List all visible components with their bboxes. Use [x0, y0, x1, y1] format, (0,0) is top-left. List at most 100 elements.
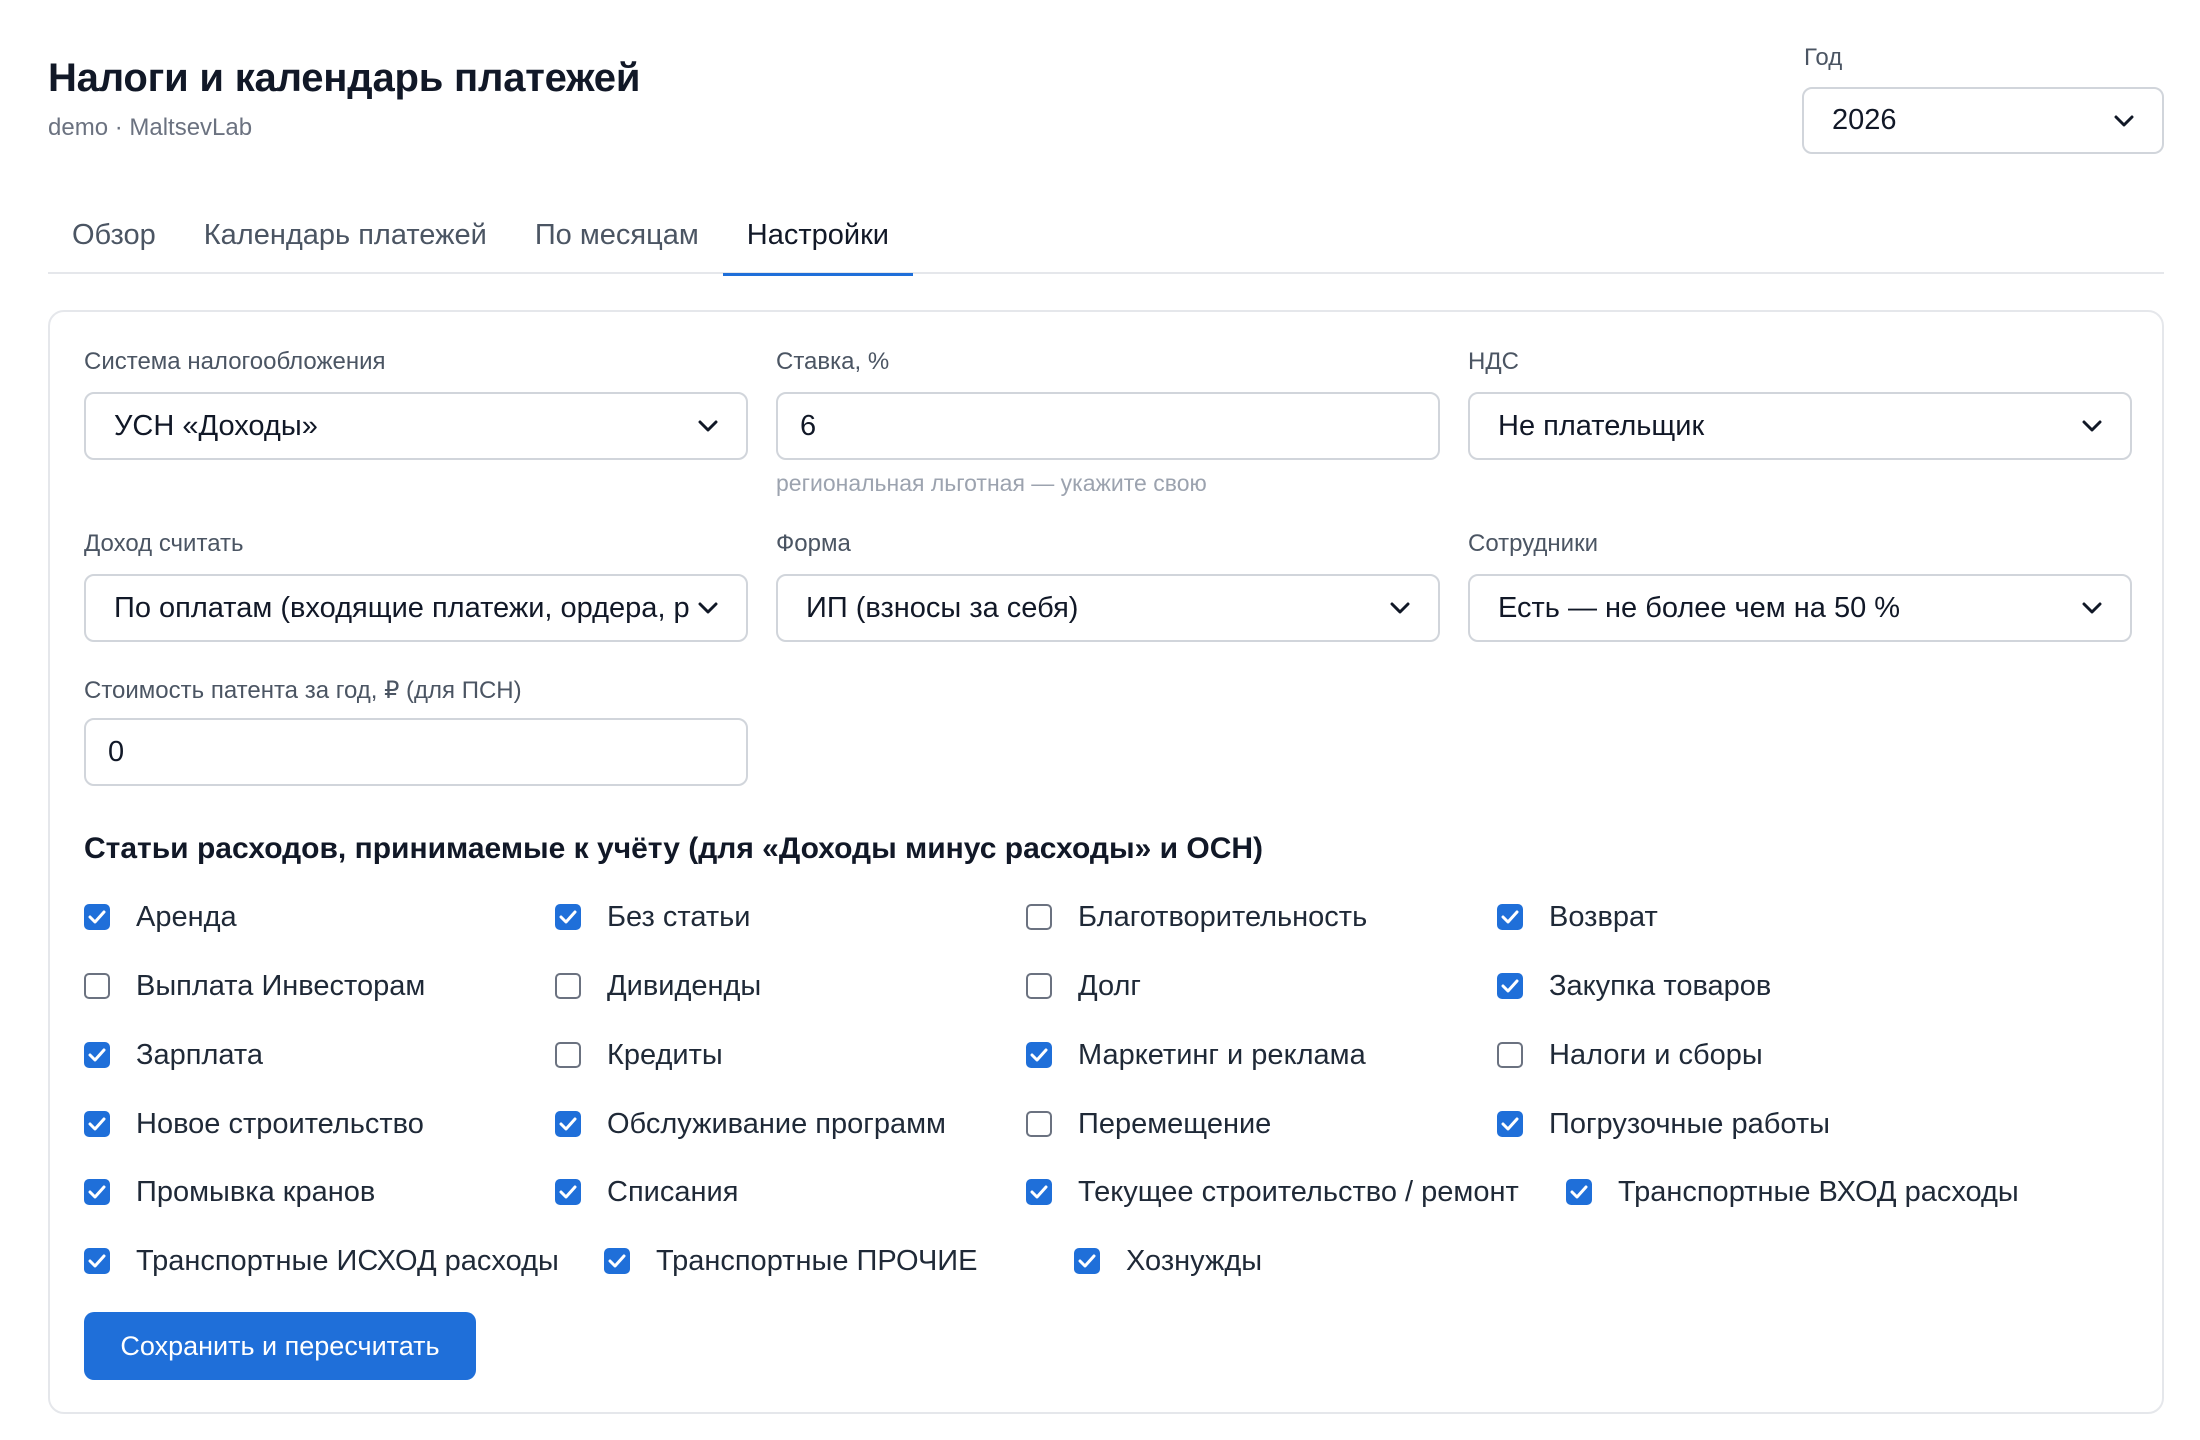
- checkbox-checked[interactable]: [84, 1111, 110, 1137]
- checkmark-icon: [1501, 979, 1519, 993]
- page-subtitle: demo · MaltsevLab: [48, 114, 253, 141]
- tax-system-value: УСН «Доходы»: [114, 409, 318, 442]
- rate-value: 6: [800, 409, 817, 442]
- checkbox-checked[interactable]: [1026, 1179, 1052, 1205]
- expense-checkbox-label: Закупка товаров: [1549, 969, 1772, 1002]
- checkmark-icon: [1078, 1254, 1096, 1268]
- checkbox-checked[interactable]: [84, 1248, 110, 1274]
- expense-checkbox-item[interactable]: Транспортные ВХОД расходы: [1566, 1172, 2019, 1212]
- expense-checkbox-label: Возврат: [1549, 900, 1658, 933]
- vat-select[interactable]: Не плательщик: [1468, 392, 2132, 460]
- tab-settings[interactable]: Настройки: [722, 196, 914, 276]
- checkbox-unchecked[interactable]: [84, 973, 110, 999]
- tab-by-month[interactable]: По месяцам: [511, 196, 723, 274]
- expense-checkbox-item[interactable]: Выплата Инвесторам: [84, 966, 425, 1006]
- year-value: 2026: [1832, 104, 1897, 136]
- checkmark-icon: [559, 1117, 577, 1131]
- checkmark-icon: [1030, 1185, 1048, 1199]
- expense-checkbox-label: Транспортные ПРОЧИЕ: [656, 1244, 978, 1277]
- expense-checkbox-item[interactable]: Новое строительство: [84, 1104, 424, 1144]
- expense-checkbox-item[interactable]: Дивиденды: [555, 966, 761, 1006]
- expense-checkbox-item[interactable]: Долг: [1026, 966, 1141, 1006]
- expense-checkbox-item[interactable]: Закупка товаров: [1497, 966, 1771, 1006]
- rate-hint: региональная льготная — укажите свою: [776, 470, 1207, 496]
- expense-checkbox-item[interactable]: Зарплата: [84, 1035, 263, 1075]
- checkbox-checked[interactable]: [1074, 1248, 1100, 1274]
- checkbox-unchecked[interactable]: [1026, 973, 1052, 999]
- chevron-down-icon: [2082, 598, 2102, 618]
- expense-checkbox-item[interactable]: Промывка кранов: [84, 1172, 375, 1212]
- checkbox-unchecked[interactable]: [1026, 904, 1052, 930]
- expense-checkbox-label: Благотворительность: [1078, 900, 1368, 933]
- tax-system-select[interactable]: УСН «Доходы»: [84, 392, 748, 460]
- expense-checkbox-item[interactable]: Хознужды: [1074, 1241, 1262, 1281]
- expense-checkbox-item[interactable]: Транспортные ИСХОД расходы: [84, 1241, 559, 1281]
- checkmark-icon: [88, 1048, 106, 1062]
- checkmark-icon: [1501, 910, 1519, 924]
- checkbox-checked[interactable]: [1026, 1042, 1052, 1068]
- checkbox-checked[interactable]: [555, 1111, 581, 1137]
- expense-checkbox-label: Списания: [607, 1175, 739, 1208]
- expense-checkbox-item[interactable]: Налоги и сборы: [1497, 1035, 1763, 1075]
- expense-checkbox-label: Транспортные ИСХОД расходы: [136, 1244, 559, 1277]
- form-select[interactable]: ИП (взносы за себя): [776, 574, 1440, 642]
- checkmark-icon: [559, 1185, 577, 1199]
- expense-checkbox-item[interactable]: Аренда: [84, 897, 237, 937]
- expense-checkbox-item[interactable]: Списания: [555, 1172, 738, 1212]
- income-basis-select[interactable]: По оплатам (входящие платежи, ордера, ро…: [84, 574, 748, 642]
- expense-checkbox-item[interactable]: Погрузочные работы: [1497, 1104, 1830, 1144]
- expense-checkbox-item[interactable]: Кредиты: [555, 1035, 723, 1075]
- checkmark-icon: [559, 910, 577, 924]
- checkbox-checked[interactable]: [1497, 904, 1523, 930]
- checkbox-checked[interactable]: [84, 1042, 110, 1068]
- checkmark-icon: [88, 1254, 106, 1268]
- checkmark-icon: [608, 1254, 626, 1268]
- checkbox-unchecked[interactable]: [555, 1042, 581, 1068]
- expense-checkbox-label: Без статьи: [607, 900, 751, 933]
- expense-checkbox-label: Текущее строительство / ремонт: [1078, 1175, 1519, 1208]
- checkmark-icon: [88, 1185, 106, 1199]
- expense-checkbox-item[interactable]: Транспортные ПРОЧИЕ: [604, 1241, 978, 1281]
- checkbox-checked[interactable]: [1566, 1179, 1592, 1205]
- checkbox-checked[interactable]: [84, 904, 110, 930]
- year-label: Год: [1804, 44, 1843, 71]
- checkbox-checked[interactable]: [1497, 973, 1523, 999]
- employees-select[interactable]: Есть — не более чем на 50 %: [1468, 574, 2132, 642]
- expense-checkbox-item[interactable]: Без статьи: [555, 897, 750, 937]
- patent-cost-input[interactable]: 0: [84, 718, 748, 786]
- patent-cost-label: Стоимость патента за год, ₽ (для ПСН): [84, 677, 522, 704]
- checkmark-icon: [1570, 1185, 1588, 1199]
- save-button[interactable]: Сохранить и пересчитать: [84, 1312, 476, 1380]
- checkbox-unchecked[interactable]: [1497, 1042, 1523, 1068]
- expense-checkbox-label: Долг: [1078, 969, 1141, 1002]
- checkmark-icon: [1501, 1117, 1519, 1131]
- tab-payment-calendar[interactable]: Календарь платежей: [180, 196, 511, 274]
- expense-checkbox-label: Зарплата: [136, 1038, 263, 1071]
- year-select[interactable]: 2026: [1802, 87, 2164, 154]
- checkbox-unchecked[interactable]: [555, 973, 581, 999]
- chevron-down-icon: [698, 416, 718, 436]
- checkbox-checked[interactable]: [84, 1179, 110, 1205]
- checkbox-checked[interactable]: [555, 904, 581, 930]
- expense-checkbox-label: Дивиденды: [607, 969, 762, 1002]
- expense-checkbox-item[interactable]: Маркетинг и реклама: [1026, 1035, 1366, 1075]
- expense-checkbox-item[interactable]: Текущее строительство / ремонт: [1026, 1172, 1519, 1212]
- vat-value: Не плательщик: [1498, 409, 1705, 442]
- expense-checkbox-item[interactable]: Возврат: [1497, 897, 1658, 937]
- checkbox-checked[interactable]: [1497, 1111, 1523, 1137]
- tab-overview[interactable]: Обзор: [48, 196, 180, 274]
- employees-label: Сотрудники: [1468, 530, 1598, 557]
- checkbox-checked[interactable]: [555, 1179, 581, 1205]
- checkbox-unchecked[interactable]: [1026, 1111, 1052, 1137]
- expense-checkbox-label: Маркетинг и реклама: [1078, 1038, 1366, 1071]
- checkbox-checked[interactable]: [604, 1248, 630, 1274]
- form-label: Форма: [776, 530, 851, 557]
- expense-checkbox-label: Перемещение: [1078, 1107, 1272, 1140]
- rate-input[interactable]: 6: [776, 392, 1440, 460]
- expense-checkbox-item[interactable]: Обслуживание программ: [555, 1104, 946, 1144]
- expense-checkbox-item[interactable]: Благотворительность: [1026, 897, 1367, 937]
- page-title: Налоги и календарь платежей: [48, 56, 641, 100]
- expense-checkbox-item[interactable]: Перемещение: [1026, 1104, 1271, 1144]
- chevron-down-icon: [1390, 598, 1410, 618]
- expense-checkbox-label: Выплата Инвесторам: [136, 969, 426, 1002]
